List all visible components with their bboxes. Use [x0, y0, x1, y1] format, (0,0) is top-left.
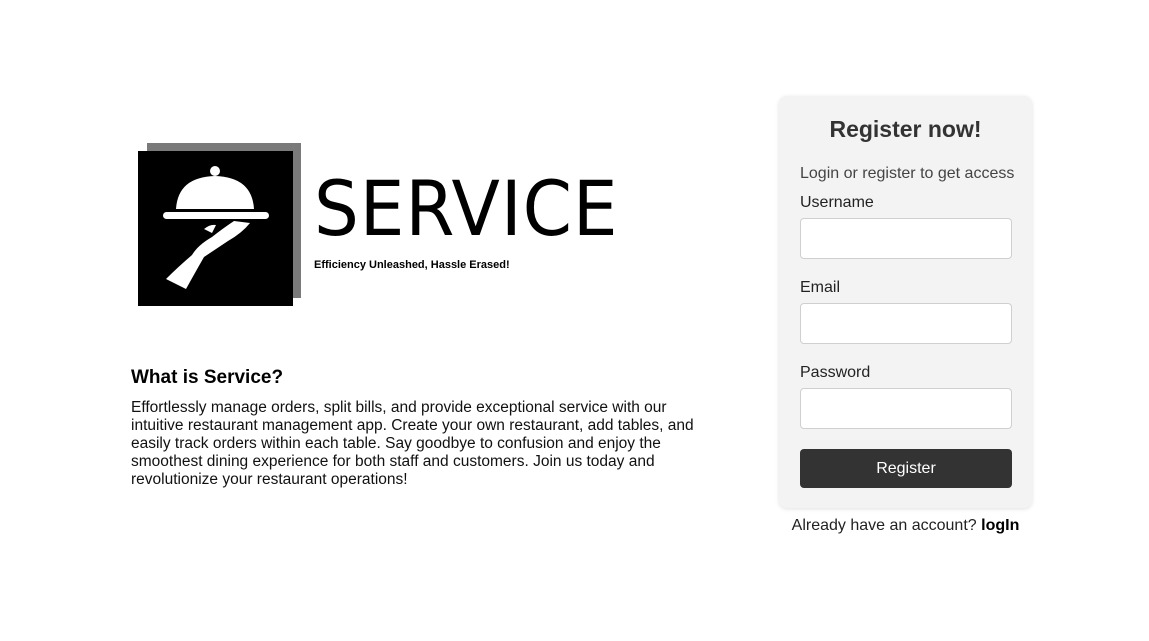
brand-logo: SERVICE Efficiency Unleashed, Hassle Era… — [138, 143, 638, 313]
register-subtitle: Login or register to get access — [800, 165, 1015, 182]
username-label: Username — [800, 194, 874, 211]
about-section: What is Service? Effortlessly manage ord… — [131, 367, 721, 489]
about-title: What is Service? — [131, 367, 284, 388]
email-label: Email — [800, 279, 841, 296]
email-input[interactable] — [800, 303, 1012, 344]
page: SERVICE Efficiency Unleashed, Hassle Era… — [0, 0, 1149, 641]
register-card: Register now! Login or register to get a… — [779, 96, 1032, 508]
brand-name: SERVICE — [314, 164, 619, 253]
login-prompt: Already have an account? logIn — [779, 517, 1032, 535]
password-input[interactable] — [800, 388, 1012, 429]
register-title: Register now! — [829, 116, 982, 142]
about-body: Effortlessly manage orders, split bills,… — [131, 399, 694, 488]
username-input[interactable] — [800, 218, 1012, 259]
brand-tagline: Efficiency Unleashed, Hassle Erased! — [314, 259, 510, 271]
login-link[interactable]: logIn — [981, 517, 1019, 534]
register-button[interactable]: Register — [800, 449, 1012, 488]
login-prompt-text: Already have an account? — [791, 517, 982, 534]
password-label: Password — [800, 364, 871, 381]
cloche-on-hand-icon — [138, 151, 293, 306]
